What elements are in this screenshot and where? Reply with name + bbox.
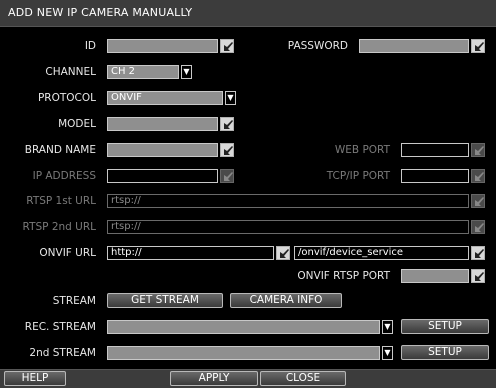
keyboard-icon[interactable] — [471, 39, 485, 53]
dialog: { "title": "ADD NEW IP CAMERA MANUALLY",… — [0, 0, 496, 388]
keyboard-icon[interactable] — [276, 246, 290, 260]
ip-address-field[interactable] — [107, 169, 218, 183]
close-button[interactable]: CLOSE — [260, 371, 346, 386]
apply-button[interactable]: APPLY — [170, 371, 258, 386]
brand-name-field[interactable] — [107, 143, 218, 157]
keyboard-icon — [220, 169, 234, 183]
rec-stream-select[interactable] — [107, 320, 380, 334]
password-field[interactable] — [359, 39, 469, 53]
dropdown-arrow-icon[interactable]: ▼ — [225, 91, 236, 105]
password-label: PASSWORD — [287, 40, 348, 52]
keyboard-icon — [471, 169, 485, 183]
get-stream-button[interactable]: GET STREAM — [107, 293, 223, 308]
camera-info-button[interactable]: CAMERA INFO — [230, 293, 342, 308]
rec-stream-label: REC. STREAM — [24, 321, 96, 333]
keyboard-icon[interactable] — [220, 39, 234, 53]
id-field[interactable] — [107, 39, 218, 53]
onvif-rtsp-port-field[interactable] — [401, 269, 469, 283]
rtsp2-label: RTSP 2nd URL — [22, 221, 96, 233]
web-port-label: WEB PORT — [334, 144, 390, 156]
rtsp2-field[interactable]: rtsp:// — [107, 220, 469, 234]
keyboard-icon — [471, 143, 485, 157]
ip-address-label: IP ADDRESS — [32, 170, 96, 182]
protocol-select[interactable]: ONVIF — [107, 91, 223, 105]
bottom-bar: HELP APPLY CLOSE — [0, 369, 496, 388]
keyboard-icon[interactable] — [220, 143, 234, 157]
rtsp1-field[interactable]: rtsp:// — [107, 194, 469, 208]
keyboard-icon — [471, 194, 485, 208]
onvif-rtsp-port-label: ONVIF RTSP PORT — [297, 270, 390, 282]
rec-stream-setup-button[interactable]: SETUP — [401, 319, 489, 334]
tcpip-port-label: TCP/IP PORT — [326, 170, 390, 182]
dropdown-arrow-icon[interactable]: ▼ — [382, 320, 393, 334]
keyboard-icon[interactable] — [471, 269, 485, 283]
help-button[interactable]: HELP — [4, 371, 66, 386]
second-stream-setup-button[interactable]: SETUP — [401, 345, 489, 360]
keyboard-icon[interactable] — [220, 117, 234, 131]
protocol-label: PROTOCOL — [37, 92, 96, 104]
keyboard-icon — [471, 220, 485, 234]
second-stream-label: 2nd STREAM — [29, 347, 96, 359]
keyboard-icon[interactable] — [471, 246, 485, 260]
second-stream-select[interactable] — [107, 346, 380, 360]
tcpip-port-field[interactable] — [401, 169, 469, 183]
channel-label: CHANNEL — [45, 66, 96, 78]
brand-name-label: BRAND NAME — [24, 144, 96, 156]
model-label: MODEL — [58, 118, 96, 130]
channel-select[interactable]: CH 2 — [107, 65, 179, 79]
onvif-url-prefix-field[interactable]: http:// — [107, 246, 274, 260]
model-field[interactable] — [107, 117, 218, 131]
onvif-url-path-field[interactable]: /onvif/device_service — [294, 246, 469, 260]
title-bar: ADD NEW IP CAMERA MANUALLY — [0, 0, 496, 27]
id-label: ID — [84, 40, 96, 52]
web-port-field[interactable] — [401, 143, 469, 157]
dropdown-arrow-icon[interactable]: ▼ — [382, 346, 393, 360]
dialog-title: ADD NEW IP CAMERA MANUALLY — [8, 6, 193, 19]
stream-label: STREAM — [52, 295, 96, 307]
onvif-url-label: ONVIF URL — [39, 247, 96, 259]
dropdown-arrow-icon[interactable]: ▼ — [181, 65, 192, 79]
rtsp1-label: RTSP 1st URL — [26, 195, 96, 207]
